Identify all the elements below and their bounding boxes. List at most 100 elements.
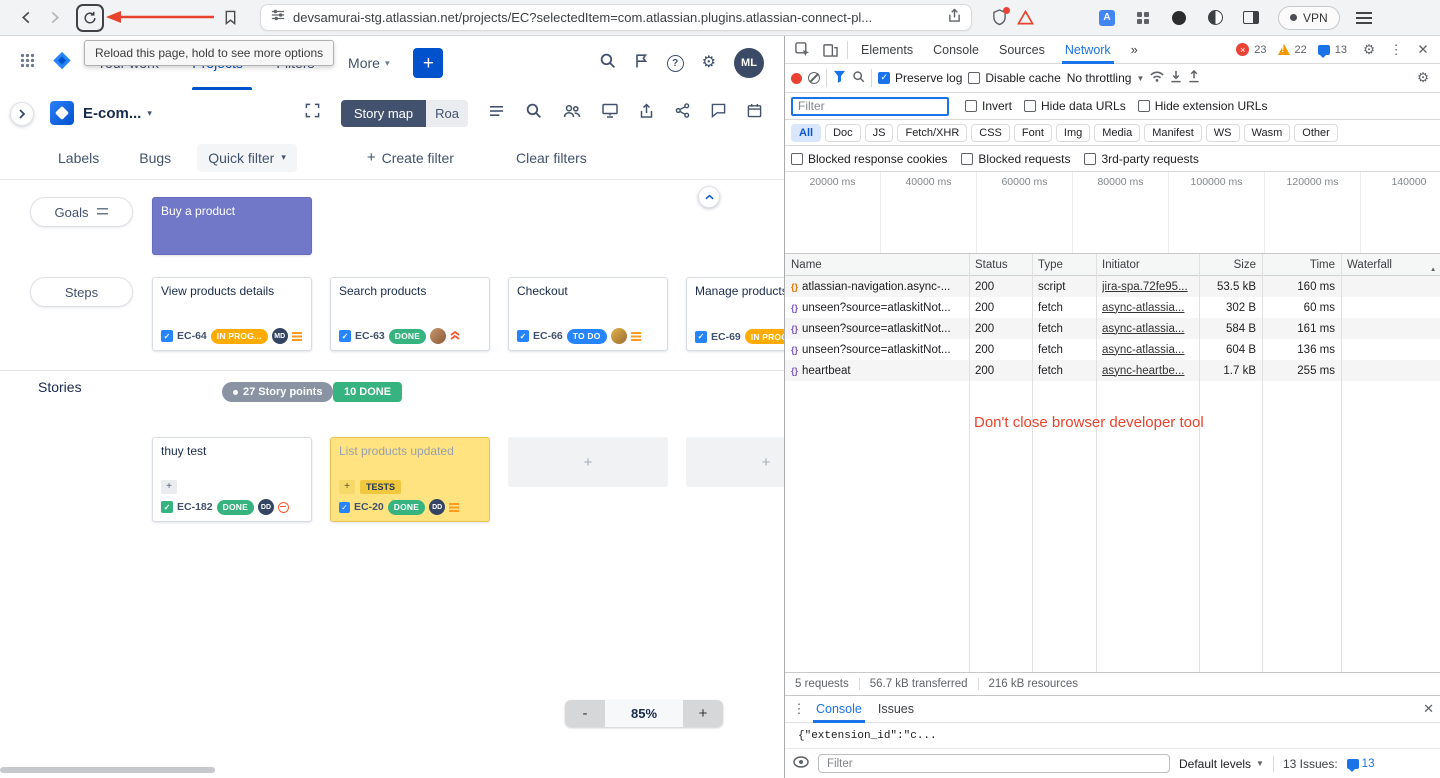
filter-chip-other[interactable]: Other bbox=[1294, 124, 1338, 142]
devtools-kebab-icon[interactable]: ⋮ bbox=[1385, 40, 1407, 60]
fullscreen-icon[interactable] bbox=[305, 103, 320, 123]
invert-checkbox[interactable]: Invert bbox=[965, 99, 1012, 113]
share-icon[interactable] bbox=[675, 103, 690, 123]
record-button[interactable] bbox=[791, 73, 802, 84]
filter-chip-font[interactable]: Font bbox=[1014, 124, 1052, 142]
roadmap-toggle[interactable]: Roa bbox=[426, 100, 468, 127]
sidebar-toggle-icon[interactable] bbox=[1238, 5, 1264, 31]
flag-icon[interactable] bbox=[634, 53, 649, 74]
import-har-icon[interactable] bbox=[1170, 70, 1182, 86]
menu-button[interactable] bbox=[1350, 4, 1378, 32]
network-conditions-icon[interactable] bbox=[1150, 71, 1164, 85]
collapse-row-button[interactable] bbox=[698, 186, 720, 208]
eye-icon[interactable] bbox=[793, 756, 809, 771]
nav-more[interactable]: More▾ bbox=[348, 36, 389, 90]
step-card[interactable]: View products details ✓ EC-64 IN PROG...… bbox=[152, 277, 312, 351]
blocked-cookies-checkbox[interactable]: Blocked response cookies bbox=[791, 152, 947, 166]
request-row[interactable]: {}atlassian-navigation.async-... 200 scr… bbox=[785, 276, 1440, 297]
initiator-link[interactable]: jira-spa.72fe95... bbox=[1102, 281, 1193, 293]
initiator-link[interactable]: async-atlassia... bbox=[1102, 344, 1193, 356]
quick-filter-dropdown[interactable]: Quick filter▾ bbox=[197, 144, 297, 172]
request-row[interactable]: {}unseen?source=atlaskitNot... 200 fetch… bbox=[785, 339, 1440, 360]
errors-count[interactable]: 23 bbox=[1254, 44, 1266, 56]
issues-count[interactable]: 13 bbox=[1335, 44, 1347, 56]
story-map-toggle[interactable]: Story map bbox=[341, 100, 426, 127]
share-icon[interactable] bbox=[948, 8, 961, 28]
url-bar[interactable]: devsamurai-stg.atlassian.net/projects/EC… bbox=[260, 4, 972, 31]
steps-row-label[interactable]: Steps bbox=[30, 277, 133, 307]
jira-logo[interactable] bbox=[51, 50, 73, 77]
board-search-icon[interactable] bbox=[525, 102, 542, 124]
filter-funnel-icon[interactable] bbox=[833, 70, 846, 86]
label-tag[interactable]: TESTS bbox=[360, 480, 401, 494]
bugs-link[interactable]: Bugs bbox=[139, 150, 171, 166]
selected-checkbox[interactable]: ✓ bbox=[339, 502, 350, 513]
initiator-link[interactable]: async-atlassia... bbox=[1102, 302, 1193, 314]
filter-chip-fetch[interactable]: Fetch/XHR bbox=[897, 124, 967, 142]
drawer-tab-issues[interactable]: Issues bbox=[871, 696, 921, 723]
goals-row-label[interactable]: Goals bbox=[30, 197, 133, 227]
add-story-placeholder[interactable]: + bbox=[508, 437, 668, 487]
more-tabs-button[interactable]: » bbox=[1124, 36, 1145, 64]
drawer-kebab-icon[interactable]: ⋮ bbox=[791, 701, 807, 717]
devtools-settings-icon[interactable]: ⚙ bbox=[1358, 40, 1380, 60]
col-waterfall[interactable]: Waterfall▲ bbox=[1341, 259, 1440, 271]
goal-card[interactable]: Buy a product bbox=[152, 197, 312, 255]
bookmark-icon[interactable] bbox=[216, 4, 244, 32]
clear-button[interactable] bbox=[808, 72, 820, 84]
export-icon[interactable] bbox=[639, 103, 654, 124]
initiator-link[interactable]: async-atlassia... bbox=[1102, 323, 1193, 335]
initiator-link[interactable]: async-heartbe... bbox=[1102, 365, 1193, 377]
drawer-close-icon[interactable]: ✕ bbox=[1423, 701, 1434, 717]
grid-extension-icon[interactable] bbox=[1130, 5, 1156, 31]
labels-link[interactable]: Labels bbox=[58, 150, 99, 166]
issues-icon[interactable] bbox=[1318, 45, 1330, 55]
step-card[interactable]: Search products ✓ EC-63 DONE bbox=[330, 277, 490, 351]
disable-cache-checkbox[interactable]: Disable cache bbox=[968, 71, 1060, 85]
zoom-out-button[interactable]: - bbox=[565, 700, 605, 727]
console-message[interactable]: {"extension_id":"c... bbox=[785, 723, 1440, 749]
request-row[interactable]: {}unseen?source=atlaskitNot... 200 fetch… bbox=[785, 318, 1440, 339]
create-button[interactable]: + bbox=[413, 48, 443, 78]
add-tag-button[interactable]: + bbox=[339, 480, 355, 494]
filter-chip-manifest[interactable]: Manifest bbox=[1144, 124, 1202, 142]
col-status[interactable]: Status bbox=[969, 259, 1032, 271]
drawer-tab-console[interactable]: Console bbox=[809, 696, 869, 723]
chevron-down-icon[interactable]: ▾ bbox=[147, 108, 152, 119]
shield-extension-icon[interactable] bbox=[986, 5, 1012, 31]
dark-mode-icon[interactable] bbox=[1202, 5, 1228, 31]
add-story-placeholder[interactable]: + bbox=[686, 437, 784, 487]
issues-counter-button[interactable]: 13 bbox=[1347, 758, 1375, 770]
col-name[interactable]: Name bbox=[785, 259, 969, 271]
warnings-count[interactable]: 22 bbox=[1295, 44, 1307, 56]
step-card[interactable]: Checkout ✓ EC-66 TO DO bbox=[508, 277, 668, 351]
settings-gear-icon[interactable]: ⚙ bbox=[702, 55, 716, 71]
present-icon[interactable] bbox=[602, 103, 618, 123]
third-party-checkbox[interactable]: 3rd-party requests bbox=[1084, 152, 1198, 166]
col-initiator[interactable]: Initiator bbox=[1096, 259, 1199, 271]
tab-console[interactable]: Console bbox=[926, 36, 986, 64]
zoom-in-button[interactable]: + bbox=[683, 700, 723, 727]
sidebar-expand-button[interactable] bbox=[10, 102, 34, 126]
vpn-button[interactable]: VPN bbox=[1278, 6, 1340, 30]
console-filter-input[interactable] bbox=[818, 754, 1170, 773]
filter-chip-media[interactable]: Media bbox=[1094, 124, 1140, 142]
network-search-icon[interactable] bbox=[852, 70, 865, 86]
create-filter-button[interactable]: + Create filter bbox=[367, 150, 454, 166]
throttling-dropdown[interactable]: No throttling▼ bbox=[1067, 71, 1145, 85]
search-icon[interactable] bbox=[599, 52, 616, 74]
col-size[interactable]: Size bbox=[1199, 259, 1262, 271]
warnings-icon[interactable] bbox=[1278, 44, 1290, 55]
filter-chip-all[interactable]: All bbox=[791, 124, 821, 142]
devtools-close-icon[interactable]: ✕ bbox=[1412, 40, 1434, 60]
rows-icon[interactable] bbox=[489, 104, 504, 122]
filter-chip-wasm[interactable]: Wasm bbox=[1244, 124, 1291, 142]
reload-button[interactable] bbox=[76, 4, 104, 32]
horizontal-scrollbar[interactable] bbox=[0, 767, 215, 773]
add-tag-button[interactable]: + bbox=[161, 480, 177, 494]
story-card-selected[interactable]: List products updated + TESTS ✓ EC-20 DO… bbox=[330, 437, 490, 522]
user-avatar[interactable]: ML bbox=[734, 48, 764, 78]
circle-extension-icon[interactable] bbox=[1166, 5, 1192, 31]
filter-chip-ws[interactable]: WS bbox=[1206, 124, 1240, 142]
inspect-element-icon[interactable] bbox=[791, 40, 813, 60]
